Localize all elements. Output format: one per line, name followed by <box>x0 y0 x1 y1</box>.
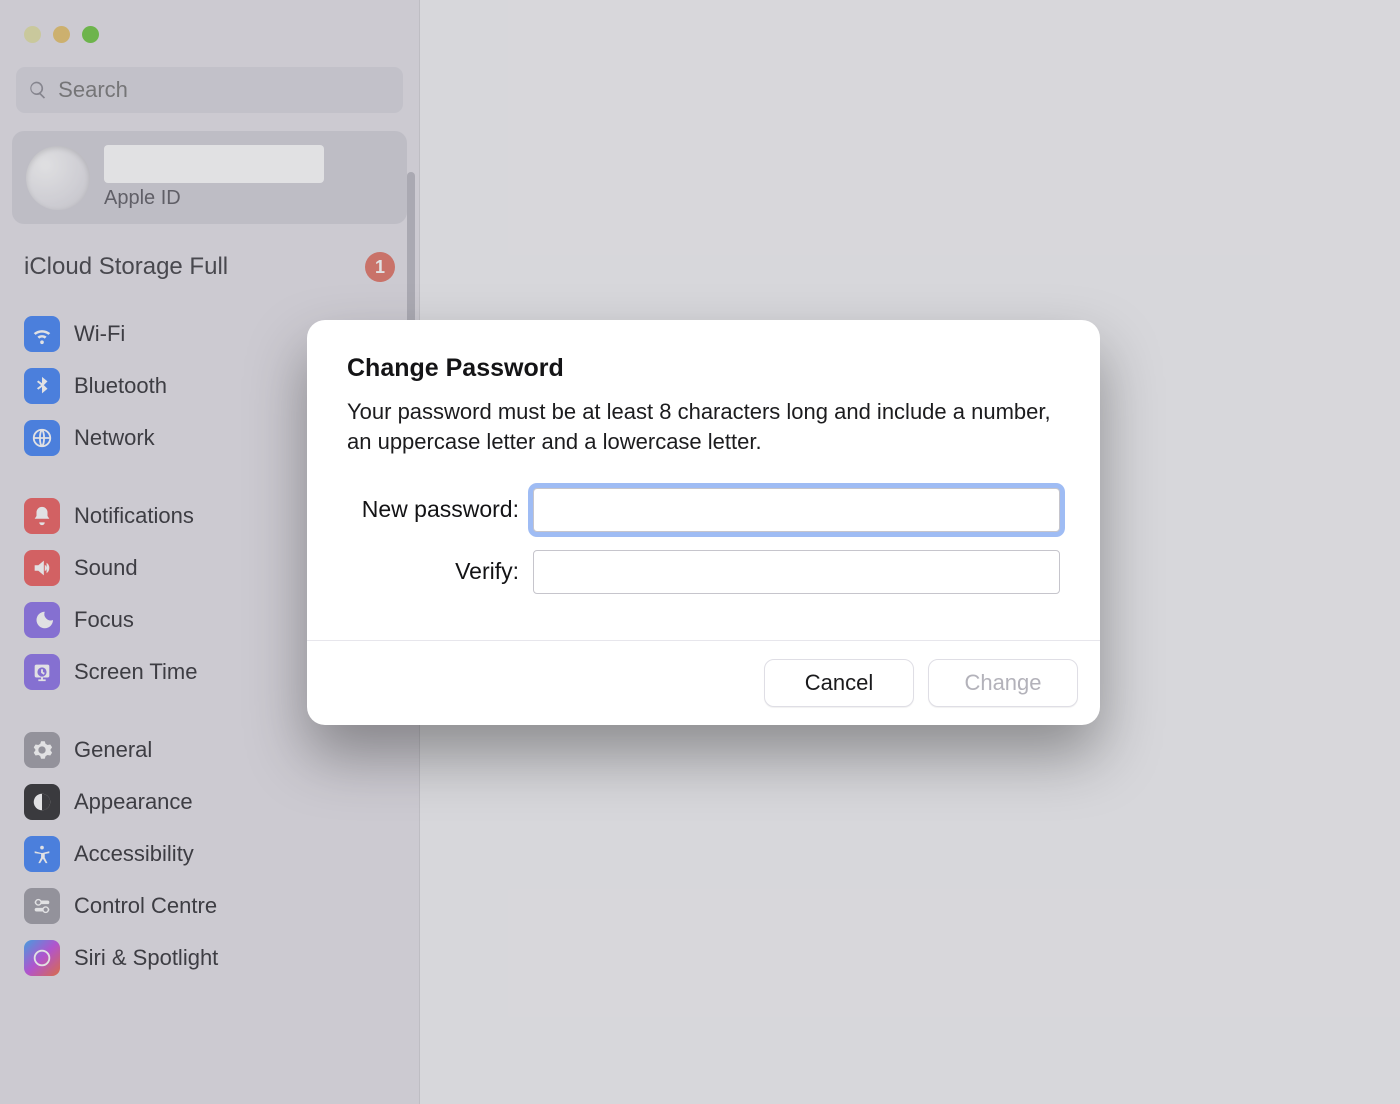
sidebar-item-label: Network <box>74 425 155 451</box>
sidebar-item-siri[interactable]: Siri & Spotlight <box>14 932 405 984</box>
search-field[interactable] <box>16 67 403 113</box>
change-password-modal: Change Password Your password must be at… <box>307 320 1100 725</box>
sound-icon <box>24 550 60 586</box>
minimize-window-button[interactable] <box>53 26 70 43</box>
modal-title: Change Password <box>347 354 1060 383</box>
change-button[interactable]: Change <box>928 659 1078 707</box>
gear-icon <box>24 732 60 768</box>
storage-full-label: iCloud Storage Full <box>24 253 228 281</box>
cancel-button[interactable]: Cancel <box>764 659 914 707</box>
new-password-input[interactable] <box>533 488 1060 532</box>
verify-password-label: Verify: <box>347 558 533 585</box>
bluetooth-icon <box>24 368 60 404</box>
wifi-icon <box>24 316 60 352</box>
sidebar-item-label: Control Centre <box>74 893 217 919</box>
sidebar-item-appearance[interactable]: Appearance <box>14 776 405 828</box>
apple-id-account-item[interactable]: Apple ID <box>12 131 407 224</box>
focus-icon <box>24 602 60 638</box>
sidebar-item-label: Focus <box>74 607 134 633</box>
avatar <box>26 146 90 210</box>
sidebar-item-label: Accessibility <box>74 841 194 867</box>
search-input[interactable] <box>58 77 391 103</box>
window-controls <box>8 20 411 67</box>
sidebar-item-label: Siri & Spotlight <box>74 945 218 971</box>
appearance-icon <box>24 784 60 820</box>
sidebar-item-label: Wi-Fi <box>74 321 125 347</box>
sidebar-item-label: General <box>74 737 152 763</box>
sidebar-item-label: Appearance <box>74 789 193 815</box>
account-name <box>104 145 324 183</box>
network-icon <box>24 420 60 456</box>
close-window-button[interactable] <box>24 26 41 43</box>
verify-password-input[interactable] <box>533 550 1060 594</box>
new-password-label: New password: <box>347 496 533 523</box>
sidebar-item-accessibility[interactable]: Accessibility <box>14 828 405 880</box>
sidebar-item-label: Bluetooth <box>74 373 167 399</box>
sidebar-item-label: Sound <box>74 555 138 581</box>
screen-time-icon <box>24 654 60 690</box>
control-centre-icon <box>24 888 60 924</box>
sidebar-item-control-centre[interactable]: Control Centre <box>14 880 405 932</box>
account-subtitle: Apple ID <box>104 187 393 210</box>
notifications-icon <box>24 498 60 534</box>
icloud-storage-full-item[interactable]: iCloud Storage Full 1 <box>8 238 411 296</box>
storage-notification-badge: 1 <box>365 252 395 282</box>
fullscreen-window-button[interactable] <box>82 26 99 43</box>
sidebar-item-label: Screen Time <box>74 659 198 685</box>
sidebar-item-general[interactable]: General <box>14 724 405 776</box>
sidebar-item-label: Notifications <box>74 503 194 529</box>
search-icon <box>28 79 48 101</box>
accessibility-icon <box>24 836 60 872</box>
modal-description: Your password must be at least 8 charact… <box>347 397 1060 458</box>
siri-icon <box>24 940 60 976</box>
